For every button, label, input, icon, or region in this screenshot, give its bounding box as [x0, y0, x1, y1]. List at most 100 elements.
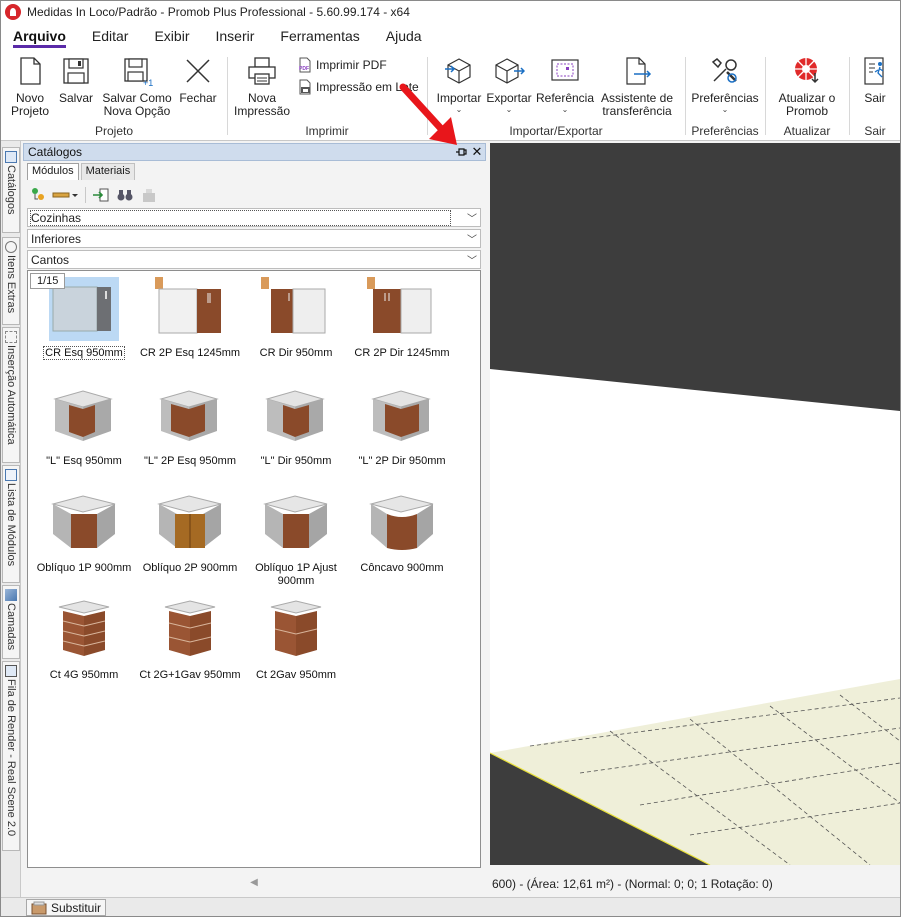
side-tab-fila-de-render[interactable]: Fila de Render - Real Scene 2.0: [2, 661, 20, 851]
refresh-tree-icon[interactable]: [27, 185, 49, 205]
combo-inferiores[interactable]: Inferiores ﹀: [27, 229, 481, 248]
module-thumbnail: [155, 599, 225, 663]
export-icon: [495, 58, 525, 84]
chevron-down-icon: ﹀: [467, 214, 477, 225]
batch-print-icon: [299, 79, 311, 95]
tab-exibir[interactable]: Exibir: [154, 28, 202, 49]
module-item[interactable]: Côncavo 900mm: [350, 492, 454, 575]
module-item[interactable]: Ct 2Gav 950mm: [244, 599, 348, 682]
substituir-button[interactable]: Substituir: [26, 899, 107, 916]
combo-cantos[interactable]: Cantos ﹀: [27, 250, 481, 269]
module-disabled-icon[interactable]: [138, 185, 160, 205]
module-item[interactable]: Ct 2G+1Gav 950mm: [138, 599, 242, 682]
paperclip-icon: [5, 241, 17, 253]
sair-button[interactable]: Sair: [855, 55, 895, 105]
tools-icon: [711, 58, 737, 83]
insert-arrow-icon[interactable]: [90, 185, 112, 205]
module-item[interactable]: CR 2P Esq 1245mm: [138, 277, 242, 360]
ribbon-separator: [427, 57, 428, 135]
module-thumbnail: [49, 492, 119, 556]
side-tab-catalogos[interactable]: Catálogos: [2, 147, 20, 233]
horizontal-scrollbar[interactable]: ◀: [27, 873, 481, 891]
novo-projeto-button[interactable]: Novo Projeto: [9, 55, 51, 118]
group-atualizar: Atualizar o Promob Atualizar: [767, 49, 847, 141]
module-item[interactable]: "L" 2P Dir 950mm: [350, 385, 454, 468]
module-item[interactable]: Oblíquo 2P 900mm: [138, 492, 242, 575]
module-thumbnail: [261, 492, 331, 556]
bottom-bar: Substituir: [1, 897, 900, 916]
assistente-transferencia-button[interactable]: Assistente de transferência: [597, 55, 677, 118]
exportar-button[interactable]: Exportar ⌄: [485, 55, 533, 114]
group-label-preferencias: Preferências: [691, 124, 759, 138]
side-tab-lista-de-modulos[interactable]: Lista de Módulos: [2, 465, 20, 583]
module-item[interactable]: CR 2P Dir 1245mm: [350, 277, 454, 360]
fechar-button[interactable]: Fechar: [177, 55, 219, 105]
module-item[interactable]: CR Esq 950mm: [32, 277, 136, 360]
reference-icon: [551, 59, 579, 81]
module-item[interactable]: "L" Dir 950mm: [244, 385, 348, 468]
salvar-button[interactable]: Salvar: [55, 55, 97, 105]
tab-ajuda[interactable]: Ajuda: [386, 28, 435, 49]
atualizar-promob-button[interactable]: Atualizar o Promob: [771, 55, 843, 118]
layers-icon: [5, 589, 17, 601]
salvar-como-button[interactable]: +1 Salvar Como Nova Opção: [101, 55, 173, 118]
group-label-imprimir: Imprimir: [305, 124, 349, 138]
module-item[interactable]: "L" Esq 950mm: [32, 385, 136, 468]
tab-arquivo[interactable]: Arquivo: [13, 28, 79, 49]
module-item[interactable]: Oblíquo 1P Ajust 900mm: [244, 492, 348, 588]
module-grid: 1/15 CR Esq 950mm CR 2P Esq 1245mm CR Di…: [27, 270, 481, 868]
ruler-dropdown-icon[interactable]: [51, 185, 79, 205]
nova-impressao-button[interactable]: Nova Impressão: [231, 55, 293, 118]
panel-close-icon[interactable]: ✕: [469, 144, 485, 160]
module-thumbnail: [367, 492, 437, 556]
auto-insert-icon: [5, 331, 17, 343]
side-tab-insercao-automatica[interactable]: Inserção Automática: [2, 327, 20, 463]
impressao-em-lote-button[interactable]: Impressão em Lote: [297, 79, 419, 95]
page-indicator: 1/15: [30, 273, 66, 289]
pin-icon[interactable]: [453, 144, 469, 160]
scroll-left-icon[interactable]: ◀: [250, 877, 258, 888]
combo-cozinhas[interactable]: Cozinhas ﹀: [27, 208, 481, 227]
module-item[interactable]: Ct 4G 950mm: [32, 599, 136, 682]
ribbon-separator: [849, 57, 850, 135]
importar-button[interactable]: Importar ⌄: [435, 55, 483, 114]
promob-logo-icon: [5, 4, 21, 20]
module-item[interactable]: Oblíquo 1P 900mm: [32, 492, 136, 575]
side-tab-camadas[interactable]: Camadas: [2, 585, 20, 659]
chevron-down-icon: ⌄: [455, 105, 463, 114]
3d-viewport[interactable]: [490, 143, 900, 865]
close-icon: [186, 59, 210, 83]
module-item[interactable]: "L" 2P Esq 950mm: [138, 385, 242, 468]
preferencias-button[interactable]: Preferências ⌄: [689, 55, 761, 114]
catalog-icon: [5, 151, 17, 163]
side-tab-itens-extras[interactable]: Itens Extras: [2, 237, 20, 325]
module-item[interactable]: CR Dir 950mm: [244, 277, 348, 360]
toolbar-separator: [85, 187, 86, 203]
status-bar: 600) - (Área: 12,61 m²) - (Normal: 0; 0;…: [492, 877, 773, 891]
binoculars-icon[interactable]: [114, 185, 136, 205]
ribbon-separator: [227, 57, 228, 135]
referencia-button[interactable]: Referência ⌄: [535, 55, 595, 114]
group-sair: Sair Sair: [851, 49, 899, 141]
import-icon: [445, 58, 471, 84]
tab-inserir[interactable]: Inserir: [215, 28, 267, 49]
tab-editar[interactable]: Editar: [92, 28, 142, 49]
printer-icon: [248, 57, 276, 85]
tab-ferramentas[interactable]: Ferramentas: [280, 28, 372, 49]
ribbon-separator: [765, 57, 766, 135]
new-document-icon: [20, 57, 41, 85]
module-thumbnail: [367, 277, 437, 341]
module-thumbnail: [155, 492, 225, 556]
tab-modulos[interactable]: Módulos: [27, 163, 79, 180]
side-tab-strip: Catálogos Itens Extras Inserção Automáti…: [1, 141, 21, 897]
tab-materiais[interactable]: Materiais: [80, 163, 136, 180]
group-label-importar-exportar: Importar/Exportar: [509, 124, 603, 138]
scene-render: [490, 143, 900, 865]
group-label-atualizar: Atualizar: [783, 124, 831, 138]
chevron-down-icon: ﹀: [467, 235, 477, 246]
module-thumbnail: [367, 385, 437, 449]
imprimir-pdf-button[interactable]: PDF Imprimir PDF: [297, 57, 387, 73]
cabinet-icon: [31, 901, 47, 914]
panel-title: Catálogos: [28, 145, 83, 159]
chevron-down-icon: ⌄: [561, 105, 569, 114]
